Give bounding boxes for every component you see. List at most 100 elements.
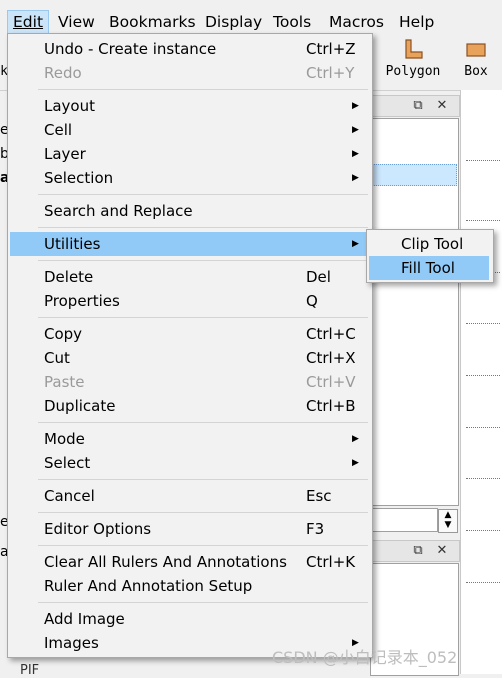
menu-item-shortcut: Ctrl+K [306, 553, 356, 571]
menu-item-label: Cancel [44, 487, 95, 505]
grid-dots [466, 582, 500, 583]
selected-list-row[interactable] [371, 164, 457, 186]
menu-separator [38, 89, 368, 90]
menubar: Edit View Bookmarks Display Tools Macros… [0, 8, 502, 34]
menu-item-redo[interactable]: Redo Ctrl+Y [10, 61, 368, 85]
layout-canvas[interactable] [460, 90, 502, 674]
menu-item-utilities[interactable]: Utilities ▶ [10, 232, 368, 256]
submenu-arrow-icon: ▶ [352, 173, 359, 183]
menu-item-label: Clip Tool [401, 235, 464, 253]
menu-item-cell[interactable]: Cell ▶ [10, 118, 368, 142]
grid-dots [466, 478, 500, 479]
menu-item-label: Fill Tool [401, 259, 455, 277]
submenu-arrow-icon: ▶ [352, 458, 359, 468]
menu-item-paste[interactable]: Paste Ctrl+V [10, 370, 368, 394]
menu-separator [38, 227, 368, 228]
menu-item-shortcut: Ctrl+C [306, 325, 356, 343]
menu-item-cancel[interactable]: Cancel Esc [10, 484, 368, 508]
menu-item-label: Layer [44, 145, 86, 163]
grid-dots [466, 427, 500, 428]
menu-item-label: Delete [44, 268, 94, 286]
polygon-tool-label: Polygon [385, 64, 441, 79]
watermark: CSDN @小白记录本_052 [272, 648, 458, 667]
bottom-partial-text: PIF [20, 663, 40, 678]
panel-input-field[interactable] [370, 508, 438, 532]
upper-panel-header: ⧉ ✕ [370, 95, 460, 117]
menu-item-cut[interactable]: Cut Ctrl+X [10, 346, 368, 370]
menu-item-label: Copy [44, 325, 83, 343]
menu-item-label: Utilities [44, 235, 101, 253]
float-panel-icon[interactable]: ⧉ [409, 542, 427, 560]
submenu-arrow-icon: ▶ [352, 149, 359, 159]
close-panel-icon[interactable]: ✕ [433, 97, 451, 115]
submenu-item-clip-tool[interactable]: Clip Tool [369, 232, 489, 256]
menu-item-mode[interactable]: Mode ▶ [10, 427, 368, 451]
float-panel-icon[interactable]: ⧉ [409, 97, 427, 115]
polygon-icon [405, 39, 423, 59]
menu-display[interactable]: Display [200, 11, 267, 33]
box-tool-button[interactable]: Box [456, 38, 496, 79]
menu-separator [38, 260, 368, 261]
submenu-arrow-icon: ▶ [352, 239, 359, 249]
menu-item-label: Clear All Rulers And Annotations [44, 553, 287, 571]
menu-separator [38, 545, 368, 546]
grid-dots [466, 220, 500, 221]
menu-item-shortcut: Ctrl+Z [306, 40, 356, 58]
menu-item-copy[interactable]: Copy Ctrl+C [10, 322, 368, 346]
menu-separator [38, 194, 368, 195]
box-tool-label: Box [464, 64, 488, 79]
menu-item-shortcut: Esc [306, 487, 332, 505]
menu-separator [38, 602, 368, 603]
menu-tools[interactable]: Tools [268, 11, 316, 33]
menu-macros[interactable]: Macros [324, 11, 389, 33]
menu-item-shortcut: Ctrl+V [306, 373, 356, 391]
menu-help[interactable]: Help [394, 11, 439, 33]
utilities-submenu: Clip Tool Fill Tool [366, 229, 494, 283]
grid-dots [466, 323, 500, 324]
menu-edit[interactable]: Edit [7, 10, 50, 34]
window-title-strip [0, 0, 502, 8]
submenu-item-fill-tool[interactable]: Fill Tool [369, 256, 489, 280]
menu-item-undo[interactable]: Undo - Create instance Ctrl+Z [10, 37, 368, 61]
menu-item-label: Selection [44, 169, 114, 187]
menu-item-label: Select [44, 454, 91, 472]
close-panel-icon[interactable]: ✕ [433, 542, 451, 560]
lower-panel-header: ⧉ ✕ [370, 540, 460, 562]
menu-item-shortcut: Ctrl+B [306, 397, 356, 415]
menu-item-label: Redo [44, 64, 82, 82]
menu-item-delete[interactable]: Delete Del [10, 265, 368, 289]
menu-item-label: Paste [44, 373, 85, 391]
spinner-control[interactable]: ▲ ▼ [438, 509, 458, 533]
menu-item-label: Properties [44, 292, 120, 310]
menu-item-layout[interactable]: Layout ▶ [10, 94, 368, 118]
menu-item-add-image[interactable]: Add Image [10, 607, 368, 631]
menu-view[interactable]: View [53, 11, 100, 33]
polygon-tool-button[interactable]: Polygon [378, 38, 448, 79]
box-icon [466, 43, 486, 57]
edit-menu: Undo - Create instance Ctrl+Z Redo Ctrl+… [7, 33, 373, 658]
menu-item-layer[interactable]: Layer ▶ [10, 142, 368, 166]
menu-item-search-replace[interactable]: Search and Replace [10, 199, 368, 223]
menu-separator [38, 479, 368, 480]
menu-item-duplicate[interactable]: Duplicate Ctrl+B [10, 394, 368, 418]
menu-item-label: Undo - Create instance [44, 40, 217, 58]
submenu-arrow-icon: ▶ [352, 101, 359, 111]
menu-item-selection[interactable]: Selection ▶ [10, 166, 368, 190]
menu-item-label: Images [44, 634, 99, 652]
menu-item-label: Add Image [44, 610, 125, 628]
grid-dots [466, 160, 500, 161]
menu-item-ruler-setup[interactable]: Ruler And Annotation Setup [10, 574, 368, 598]
menu-bookmarks[interactable]: Bookmarks [104, 11, 201, 33]
menu-item-shortcut: F3 [306, 520, 325, 538]
menu-separator [38, 317, 368, 318]
menu-item-label: Duplicate [44, 397, 116, 415]
menu-item-label: Ruler And Annotation Setup [44, 577, 253, 595]
menu-item-properties[interactable]: Properties Q [10, 289, 368, 313]
menu-item-clear-rulers[interactable]: Clear All Rulers And Annotations Ctrl+K [10, 550, 368, 574]
menu-item-editor-options[interactable]: Editor Options F3 [10, 517, 368, 541]
menu-item-select[interactable]: Select ▶ [10, 451, 368, 475]
menu-item-shortcut: Ctrl+Y [306, 64, 355, 82]
menu-item-label: Mode [44, 430, 85, 448]
menu-item-label: Layout [44, 97, 95, 115]
menu-item-shortcut: Q [306, 292, 318, 310]
